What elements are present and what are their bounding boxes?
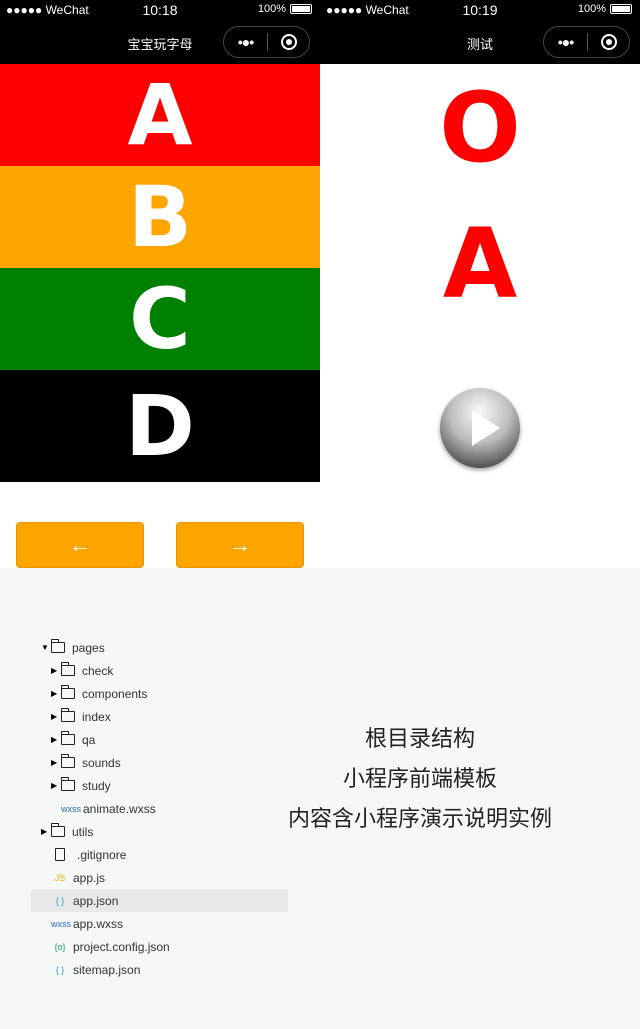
close-miniprogram-button[interactable]: [268, 34, 309, 50]
more-button[interactable]: •●•: [544, 34, 587, 50]
tree-item-label: study: [82, 778, 111, 793]
caret-right-icon[interactable]: ▶: [41, 827, 51, 836]
folder-icon: [61, 685, 75, 699]
json-file-icon: { }: [55, 964, 65, 975]
nav-bar: 宝宝玩字母 •●•: [0, 20, 320, 64]
tree-item-label: utils: [72, 824, 94, 839]
tree-item-label: project.config.json: [73, 939, 170, 954]
tree-item[interactable]: JS app.js: [31, 866, 288, 889]
caret-right-icon[interactable]: ▶: [51, 758, 61, 767]
battery-icon: [290, 4, 312, 14]
letter-block-d[interactable]: D: [0, 370, 320, 482]
config-file-icon: {o}: [54, 941, 66, 952]
folder-icon: [61, 777, 75, 791]
tree-item-label: app.json: [73, 893, 119, 908]
folder-icon: [51, 639, 65, 653]
tree-item[interactable]: { } app.json: [31, 889, 288, 912]
tree-item-label: sounds: [82, 755, 121, 770]
description-line: 小程序前端模板: [342, 766, 497, 791]
caret-right-icon[interactable]: ▶: [51, 689, 61, 698]
tree-item[interactable]: wxss app.wxss: [31, 912, 288, 935]
js-file-icon: JS: [54, 872, 66, 883]
description-line: 内容含小程序演示说明实例: [287, 806, 552, 831]
letter-a: A: [442, 208, 518, 320]
battery-icon: [610, 4, 632, 14]
folder-icon: [61, 731, 75, 745]
file-icon: [55, 848, 65, 861]
description-line: 根目录结构: [364, 726, 475, 751]
tree-item-label: qa: [82, 732, 96, 747]
tree-item-label: app.wxss: [73, 916, 124, 931]
target-icon: [600, 34, 617, 50]
tree-item[interactable]: { } sitemap.json: [31, 958, 288, 981]
right-phone: ●●●●● WeChat 10:19 100% 测试 •●• O A: [320, 0, 640, 568]
folder-icon: [61, 754, 75, 768]
tree-item-label: components: [82, 686, 148, 701]
tree-item-label: check: [82, 663, 114, 678]
status-bar: ●●●●● WeChat 10:18 100%: [0, 0, 320, 20]
nav-bar: 测试 •●•: [320, 20, 640, 64]
wxss-file-icon: wxss: [61, 803, 81, 814]
letter-block-c[interactable]: C: [0, 268, 320, 370]
tree-item-label: animate.wxss: [83, 801, 156, 816]
caret-right-icon[interactable]: ▶: [51, 666, 61, 675]
tree-item-label: pages: [72, 640, 105, 655]
letter-block-b[interactable]: B: [0, 166, 320, 268]
tree-item-label: index: [82, 709, 111, 724]
close-miniprogram-button[interactable]: [588, 34, 629, 50]
more-button[interactable]: •●•: [224, 34, 267, 50]
folder-icon: [61, 662, 75, 676]
caret-right-icon[interactable]: ▶: [51, 712, 61, 721]
next-button[interactable]: →: [176, 522, 304, 568]
tree-item-label: .gitignore: [77, 847, 127, 862]
capsule-menu: •●•: [223, 26, 310, 58]
tree-item-label: sitemap.json: [73, 962, 141, 977]
capsule-menu: •●•: [543, 26, 630, 58]
tree-item[interactable]: ▶ components: [31, 682, 288, 705]
letter-o: O: [439, 72, 521, 184]
caret-right-icon[interactable]: ▶: [51, 735, 61, 744]
tree-item[interactable]: {o} project.config.json: [31, 935, 288, 958]
left-phone: ●●●●● WeChat 10:18 100% 宝宝玩字母 •●• ABCD ←…: [0, 0, 320, 568]
tree-item[interactable]: .gitignore: [31, 843, 288, 866]
wxss-file-icon: wxss: [51, 918, 71, 929]
tree-item-label: app.js: [73, 870, 106, 885]
prev-button[interactable]: ←: [16, 522, 144, 568]
status-bar: ●●●●● WeChat 10:19 100%: [320, 0, 640, 20]
battery-level: 100%: [257, 3, 286, 15]
folder-icon: [51, 823, 65, 837]
target-icon: [280, 34, 297, 50]
letter-block-a[interactable]: A: [0, 64, 320, 166]
play-button-icon[interactable]: [440, 388, 520, 468]
tree-item[interactable]: ▼ pages: [31, 636, 288, 659]
json-file-icon: { }: [55, 895, 65, 906]
caret-right-icon[interactable]: ▶: [51, 781, 61, 790]
folder-icon: [61, 708, 75, 722]
caret-down-icon[interactable]: ▼: [41, 643, 51, 652]
tree-item[interactable]: ▶ check: [31, 659, 288, 682]
battery-level: 100%: [577, 3, 606, 15]
